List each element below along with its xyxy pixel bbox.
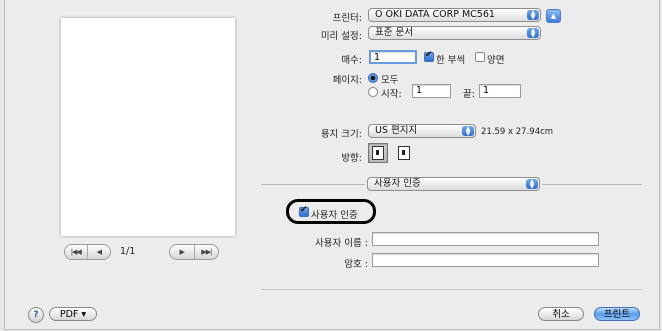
landscape-icon [398, 146, 410, 160]
portrait-icon [372, 146, 384, 160]
print-button[interactable]: 프린트 [594, 307, 640, 321]
pager-forward-group: ▶ ▶▶| [169, 244, 219, 260]
portrait-button[interactable] [368, 143, 388, 163]
paper-size-value: US 편지지 [375, 125, 418, 136]
paper-size-select[interactable]: US 편지지 ▲ ▼ [368, 124, 476, 138]
paper-size-label: 용지 크기: [320, 129, 362, 140]
orientation-label: 방향: [341, 153, 362, 164]
user-auth-checkbox[interactable] [299, 205, 309, 217]
footer-divider [261, 289, 642, 290]
presets-select[interactable]: 표준 문서 ▲ ▼ [368, 26, 541, 40]
pages-from-label: 시작: [381, 89, 402, 100]
page-preview [61, 18, 235, 236]
next-page-button[interactable]: ▶ [170, 245, 194, 259]
password-input[interactable] [372, 253, 599, 267]
copies-input[interactable]: 1 [369, 50, 417, 64]
chevron-updown-icon: ▲ ▼ [462, 126, 474, 137]
chevron-updown-icon: ▲ ▼ [526, 179, 538, 190]
username-input[interactable] [372, 232, 599, 246]
pages-all-radio[interactable] [368, 73, 378, 83]
pages-all-label: 모두 [381, 75, 399, 86]
pdf-menu-button[interactable]: PDF ▾ [49, 307, 97, 321]
panel-select[interactable]: 사용자 인증 ▲ ▼ [367, 177, 540, 191]
panel-select-value: 사용자 인증 [374, 178, 421, 189]
pages-label: 페이지: [332, 75, 362, 86]
printer-select[interactable]: O OKI DATA CORP MC561 ▲ ▼ [368, 8, 541, 22]
cancel-button[interactable]: 취소 [538, 307, 584, 321]
presets-value: 표준 문서 [375, 27, 413, 38]
username-label: 사용자 이름 : [315, 238, 368, 249]
page-counter: 1/1 [120, 246, 136, 257]
pages-to-label: 끝: [463, 89, 475, 100]
collated-label: 한 부씩 [436, 55, 466, 66]
chevron-updown-icon: ▲ ▼ [527, 10, 539, 21]
copies-label: 매수: [341, 55, 362, 66]
printer-value: O OKI DATA CORP MC561 [375, 9, 495, 20]
pages-range-radio[interactable] [368, 87, 378, 97]
collated-checkbox[interactable] [424, 50, 434, 62]
panel-divider-right [542, 184, 642, 185]
paper-dimensions: 21.59 x 27.94cm [481, 127, 554, 137]
landscape-button[interactable] [394, 143, 414, 163]
presets-label: 미리 설정: [320, 31, 362, 42]
printer-label: 프린터: [332, 13, 362, 24]
panel-divider-left [261, 184, 365, 185]
user-auth-label: 사용자 인증 [311, 210, 358, 221]
two-sided-label: 양면 [487, 55, 505, 66]
pages-to-input[interactable]: 1 [479, 84, 521, 98]
last-page-button[interactable]: ▶▶| [193, 245, 219, 259]
pager-back-group: |◀◀ ◀ [64, 244, 111, 260]
help-button[interactable]: ? [28, 307, 44, 323]
pages-from-input[interactable]: 1 [412, 84, 451, 98]
previous-page-button[interactable]: ◀ [86, 245, 110, 259]
chevron-updown-icon: ▲ ▼ [527, 28, 539, 39]
password-label: 암호 : [344, 259, 368, 270]
expand-dialog-button[interactable]: ▲ [546, 9, 561, 23]
first-page-button[interactable]: |◀◀ [65, 245, 87, 259]
two-sided-checkbox[interactable] [475, 52, 485, 62]
